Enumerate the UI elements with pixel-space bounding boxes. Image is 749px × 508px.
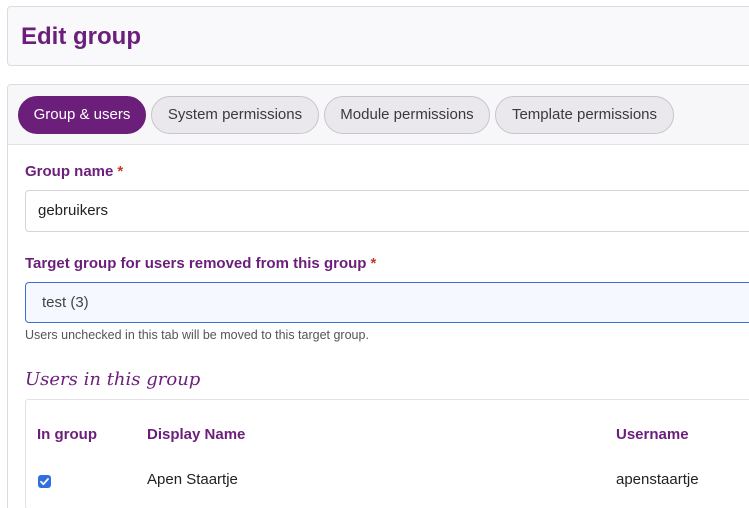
group-name-input[interactable]: gebruikers bbox=[25, 190, 749, 232]
checkmark-icon bbox=[40, 478, 49, 486]
username-cell: apenstaartje bbox=[616, 471, 699, 488]
tab-bar: Group & users System permissions Module … bbox=[8, 85, 749, 145]
required-mark: * bbox=[370, 255, 377, 272]
edit-group-card: Group & users System permissions Module … bbox=[7, 84, 749, 508]
tab-system-permissions[interactable]: System permissions bbox=[151, 96, 319, 134]
target-group-label: Target group for users removed from this… bbox=[25, 255, 376, 272]
page-header: Edit group bbox=[7, 6, 749, 66]
column-header-display-name[interactable]: Display Name bbox=[147, 426, 245, 443]
tab-group-users[interactable]: Group & users bbox=[18, 96, 146, 134]
tab-template-permissions[interactable]: Template permissions bbox=[495, 96, 674, 134]
tab-module-permissions[interactable]: Module permissions bbox=[324, 96, 490, 134]
target-group-select[interactable]: test (3) bbox=[25, 282, 749, 323]
target-group-help: Users unchecked in this tab will be move… bbox=[25, 328, 369, 342]
display-name-cell: Apen Staartje bbox=[147, 471, 238, 488]
required-mark: * bbox=[117, 163, 124, 180]
page-title: Edit group bbox=[21, 23, 141, 50]
page: Edit group Group & users System permissi… bbox=[0, 0, 749, 508]
users-table: In group Display Name Username Apen Staa… bbox=[25, 399, 749, 508]
column-header-in-group[interactable]: In group bbox=[37, 426, 97, 443]
group-name-label-text: Group name bbox=[25, 163, 114, 180]
users-section-title: Users in this group bbox=[25, 369, 201, 390]
column-header-username[interactable]: Username bbox=[616, 426, 689, 443]
target-group-label-text: Target group for users removed from this… bbox=[25, 255, 367, 272]
in-group-checkbox[interactable] bbox=[38, 475, 51, 488]
group-name-label: Group name * bbox=[25, 163, 123, 180]
